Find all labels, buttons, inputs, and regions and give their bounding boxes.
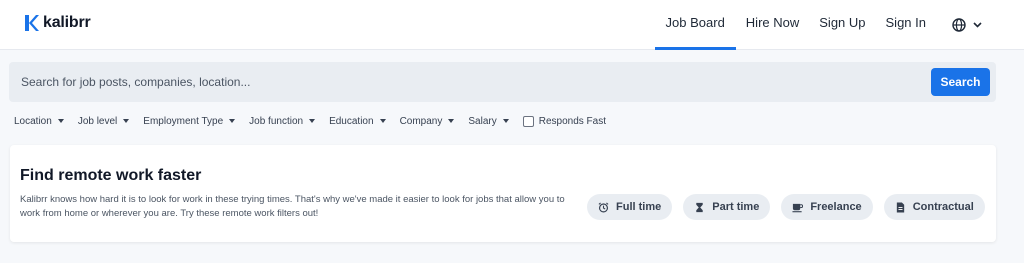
kalibrr-logo[interactable]: kalibrr bbox=[24, 14, 91, 32]
nav-sign-up[interactable]: Sign Up bbox=[809, 0, 875, 50]
filter-label: Job level bbox=[77, 115, 118, 127]
coffee-cup-icon bbox=[792, 203, 804, 212]
search-input[interactable] bbox=[21, 62, 921, 102]
search-bar: Search bbox=[9, 62, 996, 102]
chip-label: Contractual bbox=[912, 201, 974, 213]
filter-label: Salary bbox=[468, 115, 497, 127]
chip-part-time[interactable]: Part time bbox=[683, 194, 771, 220]
caret-down-icon bbox=[229, 119, 236, 123]
filter-salary[interactable]: Salary bbox=[468, 115, 509, 127]
filter-label: Location bbox=[14, 115, 52, 127]
language-selector[interactable] bbox=[952, 18, 982, 32]
card-description: Kalibrr knows how hard it is to look for… bbox=[20, 194, 565, 219]
remote-work-card: Find remote work faster Kalibrr knows ho… bbox=[10, 145, 996, 242]
chevron-down-icon bbox=[973, 22, 982, 28]
filter-bar: Location Job level Employment Type Job f… bbox=[14, 114, 606, 128]
chip-contractual[interactable]: Contractual bbox=[883, 194, 985, 220]
filter-label: Education bbox=[329, 115, 374, 127]
nav-hire-now[interactable]: Hire Now bbox=[736, 0, 809, 50]
caret-down-icon bbox=[379, 119, 386, 123]
chip-full-time[interactable]: Full time bbox=[587, 194, 673, 220]
nav-job-board[interactable]: Job Board bbox=[654, 0, 737, 50]
responds-fast-label: Responds Fast bbox=[538, 115, 606, 127]
caret-down-icon bbox=[448, 119, 455, 123]
filter-label: Company bbox=[399, 115, 443, 127]
main-nav: Job Board Hire Now Sign Up Sign In bbox=[654, 0, 1024, 50]
filter-education[interactable]: Education bbox=[329, 115, 386, 127]
card-title: Find remote work faster bbox=[20, 167, 202, 184]
filter-label: Employment Type bbox=[143, 115, 224, 127]
responds-fast-filter[interactable]: Responds Fast bbox=[522, 115, 606, 127]
hourglass-icon bbox=[696, 202, 703, 212]
document-icon bbox=[896, 201, 904, 213]
filter-employment-type[interactable]: Employment Type bbox=[143, 115, 236, 127]
brand-name: kalibrr bbox=[43, 14, 91, 31]
caret-down-icon bbox=[123, 119, 130, 123]
kalibrr-logo-icon bbox=[25, 15, 39, 31]
filter-label: Job function bbox=[249, 115, 304, 127]
alarm-clock-icon bbox=[598, 202, 609, 212]
search-button[interactable]: Search bbox=[931, 68, 990, 96]
caret-down-icon bbox=[57, 119, 64, 123]
chip-label: Full time bbox=[616, 201, 662, 213]
top-navbar: kalibrr Job Board Hire Now Sign Up Sign … bbox=[0, 0, 1024, 50]
remote-filter-chips: Full time Part time Freelance Contractua… bbox=[587, 194, 985, 220]
responds-fast-checkbox[interactable] bbox=[522, 115, 534, 127]
nav-sign-in[interactable]: Sign In bbox=[876, 0, 936, 50]
globe-icon bbox=[952, 18, 966, 32]
filter-job-level[interactable]: Job level bbox=[77, 115, 130, 127]
chip-freelance[interactable]: Freelance bbox=[781, 194, 873, 220]
filter-job-function[interactable]: Job function bbox=[249, 115, 316, 127]
chip-label: Freelance bbox=[810, 201, 862, 213]
caret-down-icon bbox=[309, 119, 316, 123]
filter-location[interactable]: Location bbox=[14, 116, 64, 127]
caret-down-icon bbox=[502, 119, 509, 123]
filter-company[interactable]: Company bbox=[400, 116, 455, 127]
chip-label: Part time bbox=[712, 201, 760, 213]
